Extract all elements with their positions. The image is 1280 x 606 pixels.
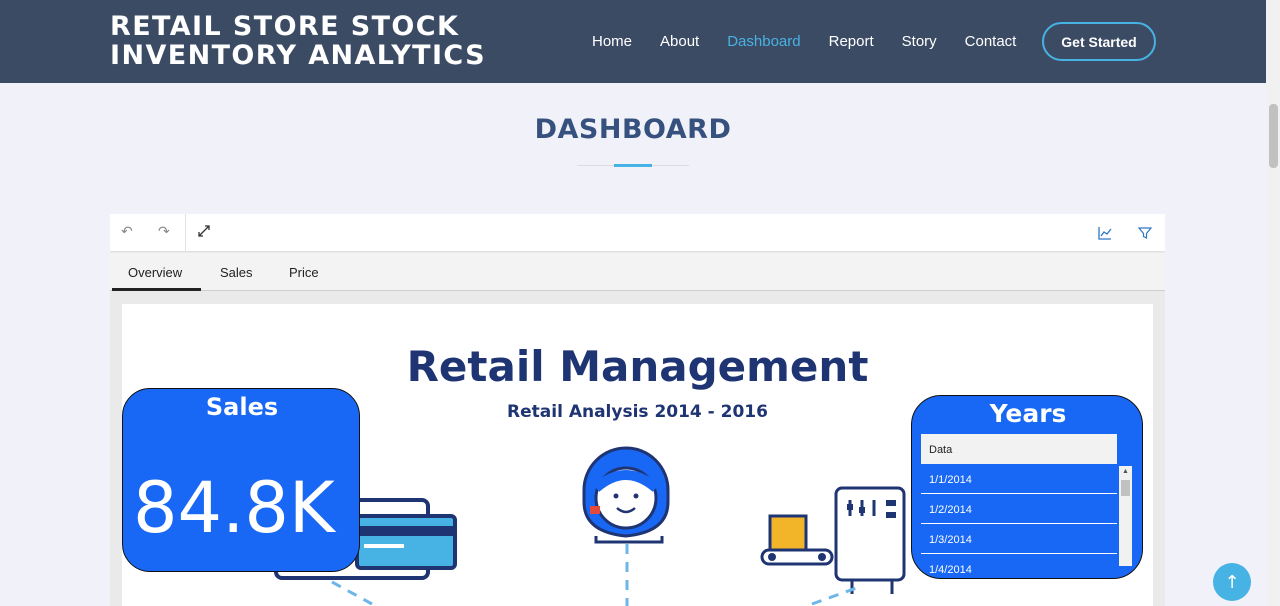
report-title: Retail Management (406, 342, 869, 391)
nav-report[interactable]: Report (829, 33, 874, 50)
slicer-scrollbar-thumb[interactable] (1121, 480, 1130, 496)
tab-price[interactable]: Price (289, 265, 319, 280)
title-divider-accent (614, 164, 652, 167)
slicer-option[interactable]: 1/3/2014 (921, 524, 1117, 554)
undo-icon[interactable]: ↶ (121, 224, 133, 240)
toolbar-separator (185, 214, 186, 252)
expand-icon[interactable] (196, 223, 212, 243)
sales-kpi-label: Sales (205, 393, 279, 421)
slicer-scrollbar[interactable]: ▲ (1119, 466, 1132, 566)
main-nav: Home About Dashboard Report Story Contac… (592, 33, 1044, 50)
tab-sales[interactable]: Sales (220, 265, 253, 280)
years-slicer-label: Years (989, 399, 1067, 428)
site-header: RETAIL STORE STOCK INVENTORY ANALYTICS H… (0, 0, 1266, 83)
nav-contact[interactable]: Contact (965, 33, 1017, 50)
embedded-report: ↶ ↷ Overview Sales Price Retail Manageme… (110, 214, 1165, 606)
years-slicer-card: Years Data 1/1/2014 1/2/2014 1/3/2014 1/… (911, 395, 1143, 579)
scroll-to-top-button[interactable]: ↑ (1213, 563, 1251, 601)
brand-logo-text[interactable]: RETAIL STORE STOCK INVENTORY ANALYTICS (110, 12, 486, 70)
chart-icon[interactable] (1097, 225, 1113, 245)
report-canvas: Retail Management Retail Analysis 2014 -… (122, 304, 1153, 606)
section-title: DASHBOARD (534, 114, 732, 145)
scroll-up-icon[interactable]: ▲ (1122, 468, 1129, 475)
page-scrollbar-thumb[interactable] (1269, 104, 1278, 168)
slicer-option[interactable]: 1/2/2014 (921, 494, 1117, 524)
get-started-button[interactable]: Get Started (1042, 22, 1156, 61)
tab-overview[interactable]: Overview (128, 265, 182, 280)
sales-kpi-card[interactable]: Sales 84.8K (122, 388, 360, 572)
support-agent-illustration (582, 446, 670, 606)
factory-machine-illustration (760, 486, 906, 606)
page-scrollbar[interactable] (1266, 0, 1280, 606)
slicer-header: Data (921, 434, 1117, 464)
years-slicer[interactable]: Data 1/1/2014 1/2/2014 1/3/2014 1/4/2014 (921, 434, 1117, 574)
active-tab-indicator (112, 288, 201, 291)
brand-line-2: INVENTORY ANALYTICS (110, 40, 486, 71)
slicer-option[interactable]: 1/1/2014 (921, 464, 1117, 494)
nav-about[interactable]: About (660, 33, 699, 50)
brand-line-1: RETAIL STORE STOCK (110, 11, 460, 42)
report-toolbar: ↶ ↷ (110, 214, 1165, 252)
report-tabs: Overview Sales Price (110, 253, 1165, 291)
nav-dashboard[interactable]: Dashboard (727, 33, 800, 50)
nav-story[interactable]: Story (902, 33, 937, 50)
sales-kpi-value: 84.8K (133, 467, 335, 549)
redo-icon[interactable]: ↷ (158, 224, 170, 240)
filter-icon[interactable] (1137, 225, 1153, 245)
slicer-option[interactable]: 1/4/2014 (921, 554, 1117, 574)
nav-home[interactable]: Home (592, 33, 632, 50)
arrow-up-icon: ↑ (1224, 571, 1240, 593)
